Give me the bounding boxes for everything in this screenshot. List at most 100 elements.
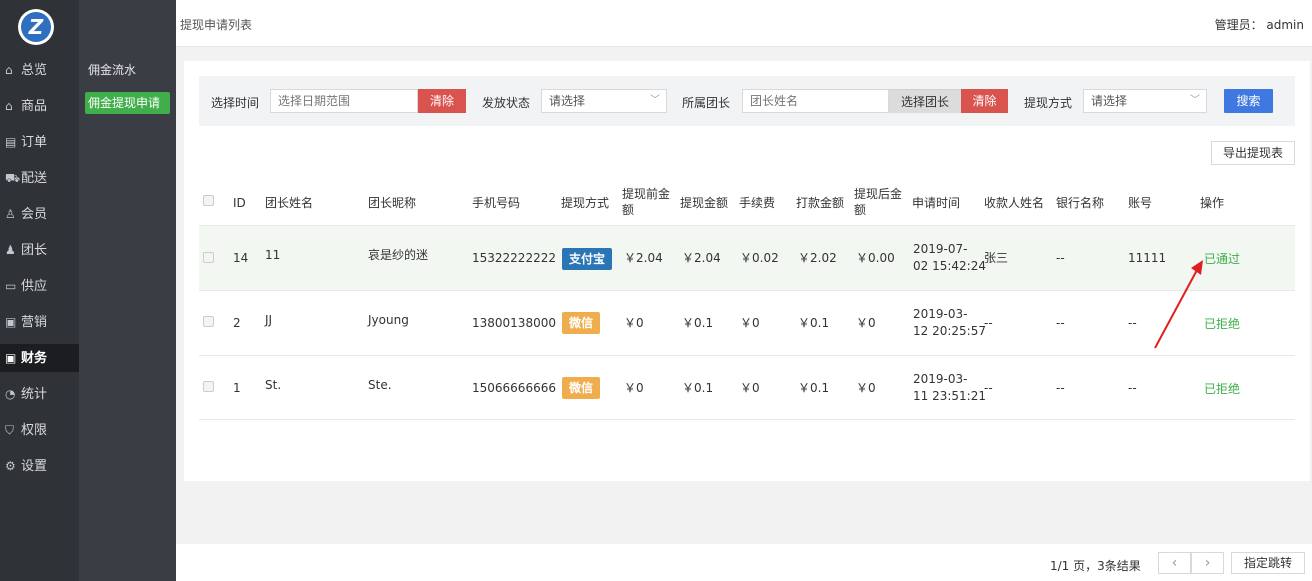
time-label: 选择时间 [211,96,260,110]
cell-fee: ￥0.02 [740,251,779,265]
subnav-withdraw-requests[interactable]: 佣金提现申请 [85,92,170,114]
chevron-down-icon: ﹀ [1190,95,1200,106]
nav-item-leaders[interactable]: ♟ 团长 [0,236,79,264]
cell-time: 2019-03- 12 20:25:57 [913,307,986,338]
jump-page-button[interactable]: 指定跳转 [1231,552,1305,574]
logo-letter: Z [28,15,44,39]
status-rejected[interactable]: 已拒绝 [1204,380,1240,397]
nav-item-overview[interactable]: ⌂ 总览 [0,56,79,84]
table-header: ID 团长姓名 团长昵称 手机号码 提现方式 提现前金 额 提现金额 手续费 打… [199,179,1295,225]
date-range-input[interactable] [270,89,418,113]
chevron-left-icon: ‹ [1171,555,1178,571]
cell-id: 14 [233,251,249,265]
admin-label[interactable]: 管理员： admin [1215,16,1304,33]
cell-phone: 13800138000 [472,316,556,330]
cell-name: St. [265,378,282,392]
cell-paid: ￥0.1 [798,316,830,330]
status-select[interactable]: 请选择 ﹀ [541,89,667,113]
nav-item-permissions[interactable]: ⛉ 权限 [0,416,79,444]
app-logo[interactable]: Z [18,9,54,45]
cell-before: ￥0 [624,381,644,395]
chevron-down-icon: ﹀ [650,95,660,106]
content-card: 选择时间 清除 发放状态 请选择 ﹀ 所属团长 选择团长 清除 提现方式 请选择… [184,61,1310,481]
finance-subnav: 佣金流水 佣金提现申请 [79,0,176,581]
cell-after: ￥0 [856,381,876,395]
gear-icon: ⚙ [5,459,16,473]
chevron-right-icon: › [1204,555,1211,571]
main-sidebar: Z ⌂ 总览 ⌂ 商品 ▤ 订单 ⛟配送 ♙ 会员 ♟ 团长 ▭ 供应 ▣ 营销 ▣ 财务 ◔ 统… [0,0,79,581]
goods-icon: ⌂ [5,99,13,113]
status-approved[interactable]: 已通过 [1204,250,1240,267]
nav-item-finance[interactable]: ▣ 财务 [0,344,79,372]
table-row: 14 11 哀是纱的迷 15322222222 支付宝 ￥2.04 ￥2.04 … [199,225,1295,290]
nav-item-marketing[interactable]: ▣ 营销 [0,308,79,336]
export-button[interactable]: 导出提现表 [1211,141,1295,165]
clear-date-button[interactable]: 清除 [418,89,466,113]
filter-bar: 选择时间 清除 发放状态 请选择 ﹀ 所属团长 选择团长 清除 提现方式 请选择… [199,76,1295,126]
gift-icon: ▣ [5,315,17,329]
nav-item-goods[interactable]: ⌂ 商品 [0,92,79,120]
cell-before: ￥0 [624,316,644,330]
cell-phone: 15066666666 [472,381,556,395]
cell-paid: ￥2.02 [798,251,837,265]
choose-leader-button[interactable]: 选择团长 [889,89,961,113]
nav-item-stats[interactable]: ◔ 统计 [0,380,79,408]
cell-nickname: Jyoung [368,313,409,327]
cell-nickname: 哀是纱的迷 [368,248,429,262]
th-fee: 手续费 [739,196,776,210]
cell-bank: -- [1056,381,1065,395]
table-row: 2 JJ Jyoung 13800138000 微信 ￥0 ￥0.1 ￥0 ￥0… [199,290,1295,355]
method-label: 提现方式 [1024,96,1073,110]
pagination-bar: 1/1 页，3条结果 ‹ › 指定跳转 [176,544,1312,581]
cell-fee: ￥0 [740,381,760,395]
page-title: 提现申请列表 [180,18,253,32]
leader-name-input[interactable] [742,89,889,113]
wechat-badge: 微信 [562,312,601,334]
th-bank: 银行名称 [1056,196,1105,210]
nav-item-members[interactable]: ♙ 会员 [0,200,79,228]
page-info: 1/1 页，3条结果 [1050,559,1141,573]
subnav-commission-flow[interactable]: 佣金流水 [85,59,170,81]
nav-item-delivery[interactable]: ⛟配送 [0,164,79,192]
row-checkbox[interactable] [203,252,214,263]
row-checkbox[interactable] [203,316,214,327]
wechat-badge: 微信 [562,377,601,399]
cell-id: 1 [233,381,241,395]
cell-after: ￥0 [856,316,876,330]
th-payee: 收款人姓名 [984,196,1045,210]
status-rejected[interactable]: 已拒绝 [1204,315,1240,332]
select-all-checkbox[interactable] [203,195,214,206]
nav-item-orders[interactable]: ▤ 订单 [0,128,79,156]
th-account: 账号 [1128,196,1153,210]
cell-time: 2019-03- 11 23:51:21 [913,372,986,403]
th-after: 提现后金 额 [854,187,903,217]
cell-before: ￥2.04 [624,251,663,265]
th-before: 提现前金 额 [622,187,671,217]
cell-name: JJ [265,313,273,327]
cell-nickname: Ste. [368,378,392,392]
th-id: ID [233,196,246,210]
cell-amount: ￥0.1 [682,316,714,330]
leader-icon: ♟ [5,243,16,257]
alipay-badge: 支付宝 [562,248,613,270]
row-checkbox[interactable] [203,381,214,392]
order-icon: ▤ [5,135,17,149]
next-page-button[interactable]: › [1191,552,1224,574]
clear-leader-button[interactable]: 清除 [961,89,1008,113]
nav-item-supply[interactable]: ▭ 供应 [0,272,79,300]
member-icon: ♙ [5,207,16,221]
shield-icon: ⛉ [5,423,15,437]
cell-amount: ￥2.04 [682,251,721,265]
cell-account: -- [1128,316,1137,330]
cell-id: 2 [233,316,241,330]
prev-page-button[interactable]: ‹ [1158,552,1191,574]
cell-amount: ￥0.1 [682,381,714,395]
search-button[interactable]: 搜索 [1224,89,1273,113]
cell-after: ￥0.00 [856,251,895,265]
cell-payee: -- [984,316,993,330]
cell-account: 11111 [1128,251,1167,265]
top-header: 提现申请列表 管理员： admin [176,0,1312,47]
method-select[interactable]: 请选择 ﹀ [1083,89,1207,113]
cell-bank: -- [1056,316,1065,330]
nav-item-settings[interactable]: ⚙ 设置 [0,452,79,480]
